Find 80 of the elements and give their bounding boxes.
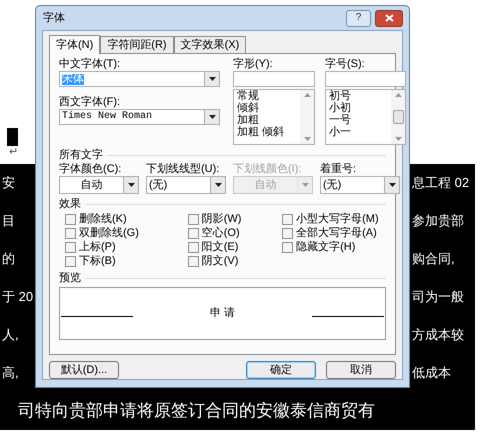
scroll-up-icon[interactable] (304, 93, 310, 97)
dropdown[interactable]: (无) (320, 176, 400, 194)
checkbox[interactable] (188, 214, 199, 225)
checkbox[interactable] (65, 242, 76, 253)
field-label: 下划线线型(U): (146, 162, 220, 176)
list-item[interactable]: 初号 (329, 90, 391, 102)
document-text: 安 (1, 174, 15, 192)
close-button[interactable] (375, 10, 403, 26)
input-field[interactable] (325, 71, 406, 87)
document-text: 于 20 (1, 288, 34, 306)
input-field[interactable] (233, 71, 315, 87)
document-text: 购合同, (412, 250, 456, 268)
checkbox[interactable] (282, 228, 294, 239)
checkbox-label: 空心(O) (202, 228, 240, 239)
list-item[interactable]: 倾斜 (237, 102, 300, 114)
field-label: 字体颜色(C): (59, 162, 122, 176)
dialog-button[interactable]: 确定 (246, 361, 316, 379)
field-label: 字形(Y): (233, 57, 274, 71)
checkbox[interactable] (65, 256, 76, 267)
field-label: 西文字体(F): (59, 95, 122, 109)
selection-highlight (7, 128, 18, 146)
document-text: 目 (1, 212, 15, 230)
document-text: 司特向贵部申请将原签订合同的安徽泰信商贸有 (17, 400, 375, 422)
checkbox[interactable] (188, 242, 199, 253)
checkbox-label: 下标(B) (79, 256, 116, 267)
scrollbar[interactable] (300, 90, 314, 144)
dialog-button[interactable]: 默认(D)... (49, 361, 119, 379)
document-text: 参加贵部 (412, 212, 465, 230)
field-label: 中文字体(T): (59, 57, 122, 71)
checkbox-label: 阳文(E) (202, 242, 238, 253)
checkbox[interactable] (282, 242, 294, 253)
document-text: 低成本 (412, 364, 452, 382)
scroll-down-icon[interactable] (304, 137, 310, 141)
checkbox[interactable] (282, 214, 294, 225)
checkbox[interactable] (65, 214, 76, 225)
help-button[interactable]: ? (346, 10, 371, 26)
list-item[interactable]: 常规 (237, 90, 300, 102)
close-icon (384, 14, 394, 22)
checkbox-label: 阴影(W) (202, 214, 242, 225)
checkbox-label: 上标(P) (79, 242, 116, 253)
checkbox-label: 全部大写字母(A) (296, 228, 377, 239)
dropdown[interactable]: Times New Roman (59, 109, 220, 125)
document-text: 高, (1, 364, 19, 382)
tab[interactable]: 文字效果(X) (174, 36, 246, 53)
list-item[interactable]: 加粗 倾斜 (237, 126, 300, 138)
list-item[interactable]: 小一 (329, 126, 391, 138)
scroll-down-icon[interactable] (394, 137, 402, 141)
checkbox[interactable] (65, 228, 76, 239)
field-label: 字号(S): (325, 57, 366, 71)
checkbox[interactable] (188, 228, 199, 239)
list-item[interactable]: 小初 (329, 102, 391, 114)
tab[interactable]: 字符间距(R) (100, 36, 174, 53)
list-item[interactable]: 一号 (329, 114, 391, 126)
document-text: 人, (1, 326, 19, 344)
document-text: 司为一般 (412, 288, 465, 306)
section-heading: 所有文字 (59, 148, 103, 162)
scrollbar-thumb[interactable] (392, 110, 404, 124)
checkbox-label: 删除线(K) (79, 214, 127, 225)
document-text: 方成本较 (412, 326, 465, 344)
paragraph-mark: ↵ (9, 147, 18, 158)
tab[interactable]: 字体(N) (49, 35, 100, 54)
dropdown[interactable]: (无) (146, 176, 226, 194)
field-label: 着重号: (320, 162, 358, 176)
checkbox[interactable] (188, 256, 199, 267)
checkbox-label: 双删除线(G) (79, 228, 139, 239)
dialog-button[interactable]: 取消 (326, 361, 396, 379)
checkbox-label: 小型大写字母(M) (296, 214, 379, 225)
scroll-up-icon[interactable] (394, 93, 402, 97)
section-heading: 效果 (59, 197, 81, 211)
checkbox-label: 阴文(V) (202, 256, 238, 267)
preview-text: 申 请 (210, 306, 236, 322)
window-title: 字体 (42, 10, 65, 26)
checkbox-label: 隐藏文字(H) (296, 242, 356, 253)
list-item[interactable]: 加粗 (237, 114, 300, 126)
document-text: 息工程 02 (412, 174, 470, 192)
document-text: 的 (1, 250, 15, 268)
section-heading: 预览 (59, 271, 81, 285)
dropdown[interactable]: 自动 (59, 176, 139, 194)
scrollbar[interactable] (391, 90, 405, 144)
field-label: 下划线颜色(I): (233, 162, 302, 176)
